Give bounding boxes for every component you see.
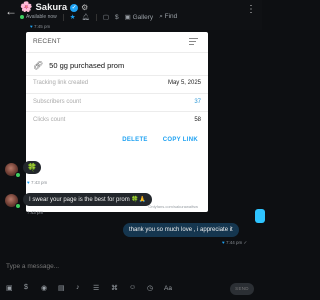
dollar-icon[interactable]: $ — [115, 14, 119, 21]
online-dot-icon — [20, 15, 24, 19]
note-icon[interactable]: ▢ — [103, 13, 109, 21]
divider — [26, 52, 208, 53]
divider — [95, 13, 97, 21]
side-widget-button[interactable] — [255, 209, 265, 223]
message-time: ♥ 7:43 pm — [27, 180, 47, 185]
flower-icon: 🌸 — [20, 1, 33, 13]
gallery-label: Gallery — [132, 14, 154, 21]
tracking-link-name: 50 gg purchased prom — [49, 61, 125, 70]
row-label: Subscribers count — [33, 99, 82, 105]
find-button[interactable]: ⌕ Find — [159, 13, 177, 21]
message-time: 7:43 pm — [27, 210, 44, 215]
time-text: 7:44 pm — [225, 240, 243, 245]
text-format-icon[interactable]: Aa — [164, 285, 172, 292]
emoji-icon[interactable]: ☺ — [129, 284, 136, 291]
incoming-message: I swear your page is the best for prom 🍀… — [23, 193, 153, 206]
message-time: ♥ 7:45 pm — [30, 24, 50, 29]
message-time: ♥ 7:44 pm ✓ — [222, 240, 247, 246]
send-button[interactable]: SEND — [230, 283, 254, 295]
image-icon[interactable]: ▣ — [6, 284, 13, 292]
online-dot-icon — [15, 203, 21, 209]
tracking-link-card: RECENT 🔗︎ 50 gg purchased prom Tracking … — [26, 32, 208, 212]
outgoing-message: thank you so much love , i appreciate it — [123, 223, 239, 237]
read-check-icon: ✓ — [243, 240, 248, 245]
bell-icon[interactable]: 🔔︎ — [82, 13, 90, 21]
heart-icon[interactable]: ♥ — [30, 24, 33, 29]
heart-icon[interactable]: ♥ — [27, 180, 30, 185]
chat-title-row: 🌸 Sakura ✓ ⚙ — [20, 2, 88, 13]
back-arrow-icon[interactable]: ← — [5, 4, 17, 18]
gallery-button[interactable]: ▣ Gallery — [125, 13, 154, 21]
reaction-bubble: 🍀 — [23, 161, 41, 174]
divider — [62, 13, 64, 21]
card-footer-url: Onlyfans.com/sakurawaifsw — [148, 204, 198, 209]
status-text: Available now — [26, 14, 57, 20]
chat-toolbar: Available now ★ 🔔︎ ▢ $ ▣ Gallery ⌕ Find — [20, 13, 177, 21]
subscribers-row: Subscribers count 37 — [33, 99, 201, 105]
time-text: 7:43 pm — [30, 180, 48, 185]
message-placeholder: Type a message... — [6, 263, 60, 270]
status-indicator: Available now — [20, 14, 57, 20]
microphone-icon[interactable]: ♪ — [76, 284, 80, 291]
vault-icon[interactable]: ▤ — [58, 284, 65, 292]
gear-icon[interactable]: ⚙ — [81, 3, 88, 12]
row-value: 58 — [194, 117, 201, 123]
verified-icon: ✓ — [70, 3, 79, 12]
clicks-row: Clicks count 58 — [33, 117, 201, 123]
row-value: May 5, 2025 — [167, 80, 201, 86]
star-icon[interactable]: ★ — [70, 13, 76, 21]
tag-icon[interactable]: ⌘ — [111, 284, 118, 292]
subscribers-count-link[interactable]: 37 — [194, 99, 201, 105]
card-actions: DELETE COPY LINK — [122, 137, 198, 143]
dollar-icon[interactable]: $ — [24, 284, 28, 291]
row-label: Tracking link created — [33, 80, 89, 86]
tracking-link-row: 🔗︎ 50 gg purchased prom — [33, 61, 124, 70]
find-label: Find — [164, 13, 178, 20]
heart-icon[interactable]: ♥ — [222, 240, 225, 245]
online-dot-icon — [15, 172, 21, 178]
chat-title[interactable]: Sakura — [35, 2, 67, 13]
schedule-icon[interactable]: ◷ — [147, 284, 153, 292]
divider — [26, 93, 208, 94]
sort-menu-icon[interactable] — [189, 38, 198, 47]
link-icon: 🔗︎ — [33, 61, 44, 70]
camera-icon[interactable]: ◉ — [41, 284, 47, 292]
delete-button[interactable]: DELETE — [122, 137, 147, 143]
list-icon[interactable]: ☰ — [93, 284, 99, 292]
copy-link-button[interactable]: COPY LINK — [163, 137, 198, 143]
divider — [26, 75, 208, 76]
divider — [26, 111, 208, 112]
card-header: RECENT — [33, 38, 61, 45]
created-row: Tracking link created May 5, 2025 — [33, 80, 201, 86]
more-options-icon[interactable]: ⋮ — [246, 4, 256, 15]
row-label: Clicks count — [33, 117, 66, 123]
time-text: 7:45 pm — [33, 24, 51, 29]
